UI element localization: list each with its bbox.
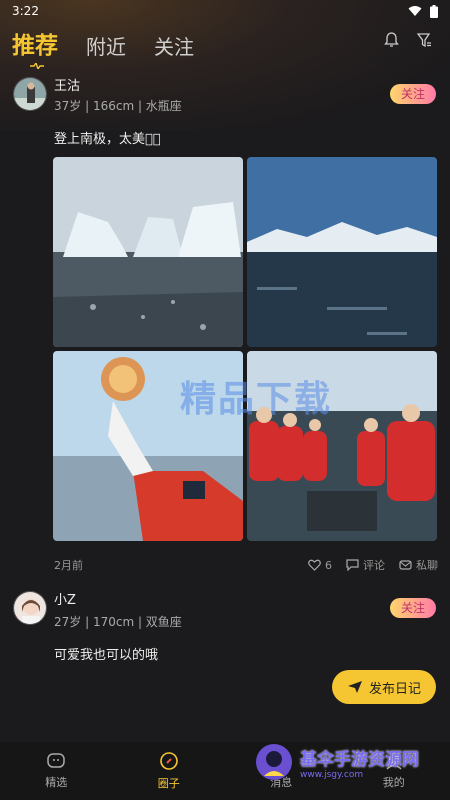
publish-diary-button[interactable]: 发布日记 [332,670,436,704]
watermark-logo-icon [256,744,292,780]
post-card: 小Z 27岁 | 170cm | 双鱼座 关注 可爱我也可以的哦 [0,0,450,700]
circle-compass-icon [159,752,178,770]
nav-circle[interactable]: 圈子 [129,751,209,791]
avatar[interactable] [13,591,47,625]
nav-featured[interactable]: 精选 [16,752,96,790]
watermark-center: 精品下载 [180,379,333,420]
user-meta: 27岁 | 170cm | 双鱼座 [54,615,182,629]
follow-button[interactable]: 关注 [390,598,436,618]
user-name[interactable]: 小Z [54,589,76,608]
watermark-corner: 基伞手游资源网 www.jsgy.com [254,742,450,782]
post-caption: 可爱我也可以的哦 [54,648,159,663]
chat-bubble-icon [47,753,65,768]
send-icon [347,681,362,693]
